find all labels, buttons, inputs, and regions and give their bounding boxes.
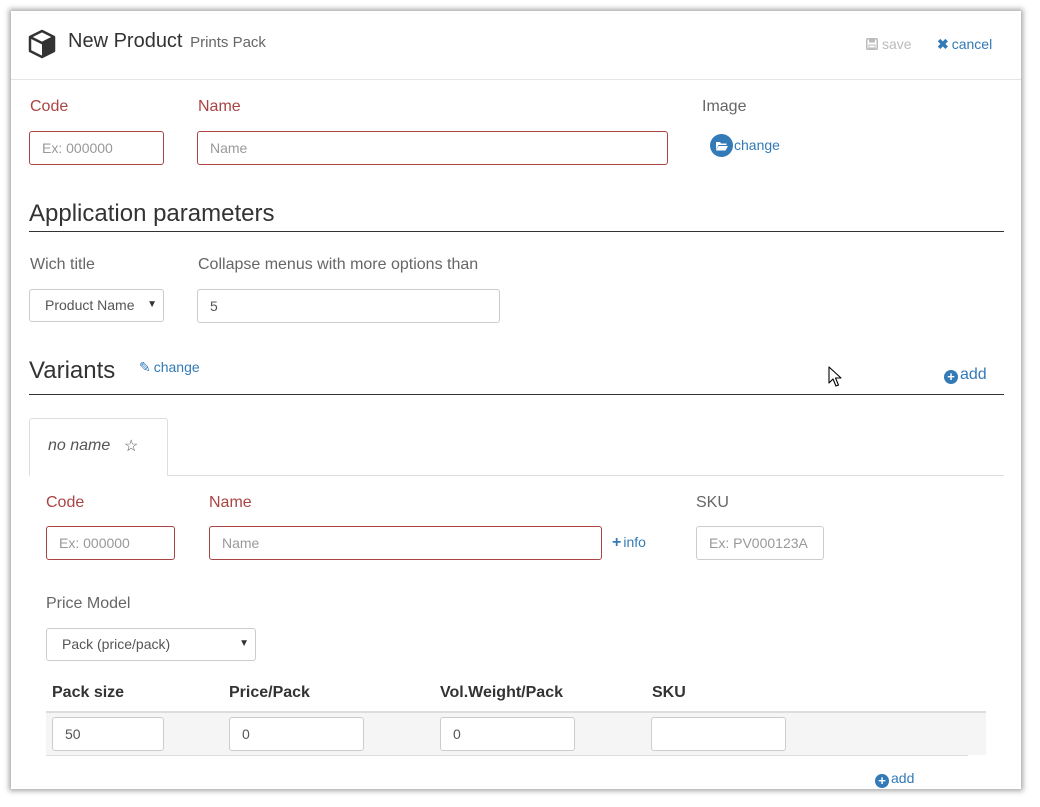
folder-open-icon (710, 134, 733, 157)
modal-header: New Product Prints Pack save ✖ cancel (11, 11, 1021, 80)
star-icon[interactable]: ☆ (124, 436, 138, 456)
tab-bar-line (29, 475, 1004, 476)
save-button[interactable]: save (866, 36, 912, 52)
variant-code-input[interactable] (46, 526, 175, 560)
variants-heading: Variants (29, 357, 116, 384)
tab-label: no name (48, 437, 111, 454)
which-title-label: Wich title (30, 256, 95, 273)
which-title-select[interactable]: Product Name ▼ (29, 289, 164, 322)
plus-circle-icon: + (944, 370, 958, 384)
save-label: save (882, 36, 912, 52)
product-code-label: Code (30, 98, 69, 115)
variants-change-label: change (153, 359, 200, 375)
modal-title: New Product Prints Pack (68, 30, 266, 53)
close-icon: ✖ (937, 36, 949, 52)
modal-subtitle: Prints Pack (190, 34, 266, 51)
variants-add-label: add (960, 366, 987, 383)
plus-icon: + (612, 534, 622, 551)
price-model-select[interactable]: Pack (price/pack) ▼ (46, 628, 256, 661)
table-add-button[interactable]: + add (875, 770, 914, 788)
variant-name-label: Name (209, 494, 252, 511)
row-sku-input[interactable] (651, 717, 786, 751)
variants-add-button[interactable]: + add (944, 366, 987, 384)
table-bottom-line (46, 755, 968, 756)
app-params-heading: Application parameters (29, 200, 275, 227)
price-model-value: Pack (price/pack) (62, 636, 171, 652)
table-add-label: add (891, 770, 915, 786)
variant-sku-input[interactable] (696, 526, 824, 560)
table-header-pack-size: Pack size (52, 684, 125, 701)
table-header-vol-weight: Vol.Weight/Pack (440, 684, 563, 701)
info-link[interactable]: + info (612, 534, 646, 552)
modal-title-text: New Product (68, 30, 183, 52)
variant-sku-label: SKU (696, 494, 729, 511)
variants-change-link[interactable]: ✎ change (139, 359, 200, 376)
which-title-value: Product Name (45, 297, 135, 313)
variant-name-input[interactable] (209, 526, 602, 560)
image-label: Image (702, 98, 747, 115)
plus-circle-icon: + (875, 774, 889, 788)
vol-weight-input[interactable] (440, 717, 575, 751)
price-pack-input[interactable] (229, 717, 364, 751)
collapse-menus-input[interactable] (197, 289, 500, 323)
variant-code-label: Code (46, 494, 85, 511)
cancel-label: cancel (951, 36, 993, 52)
section-divider (29, 231, 1004, 232)
section-divider (29, 394, 1004, 395)
tab-variant-no-name[interactable]: no name ☆ (29, 418, 168, 476)
info-label: info (623, 534, 646, 550)
caret-down-icon: ▼ (144, 299, 157, 310)
product-name-input[interactable] (197, 131, 668, 165)
pack-size-input[interactable] (52, 717, 164, 751)
collapse-menus-label: Collapse menus with more options than (198, 256, 479, 273)
cancel-button[interactable]: ✖ cancel (937, 36, 992, 53)
caret-down-icon: ▼ (239, 638, 249, 649)
mouse-cursor-icon (828, 366, 842, 387)
pencil-icon: ✎ (139, 359, 151, 375)
price-model-label: Price Model (46, 595, 131, 612)
table-header-sku: SKU (652, 684, 686, 701)
cube-icon (28, 29, 56, 59)
image-change-link[interactable]: change (734, 137, 780, 153)
new-product-modal: New Product Prints Pack save ✖ cancel Cod… (11, 11, 1021, 789)
product-code-input[interactable] (29, 131, 164, 165)
floppy-disk-icon (866, 38, 878, 50)
product-name-label: Name (198, 98, 241, 115)
table-header-price-pack: Price/Pack (229, 684, 310, 701)
